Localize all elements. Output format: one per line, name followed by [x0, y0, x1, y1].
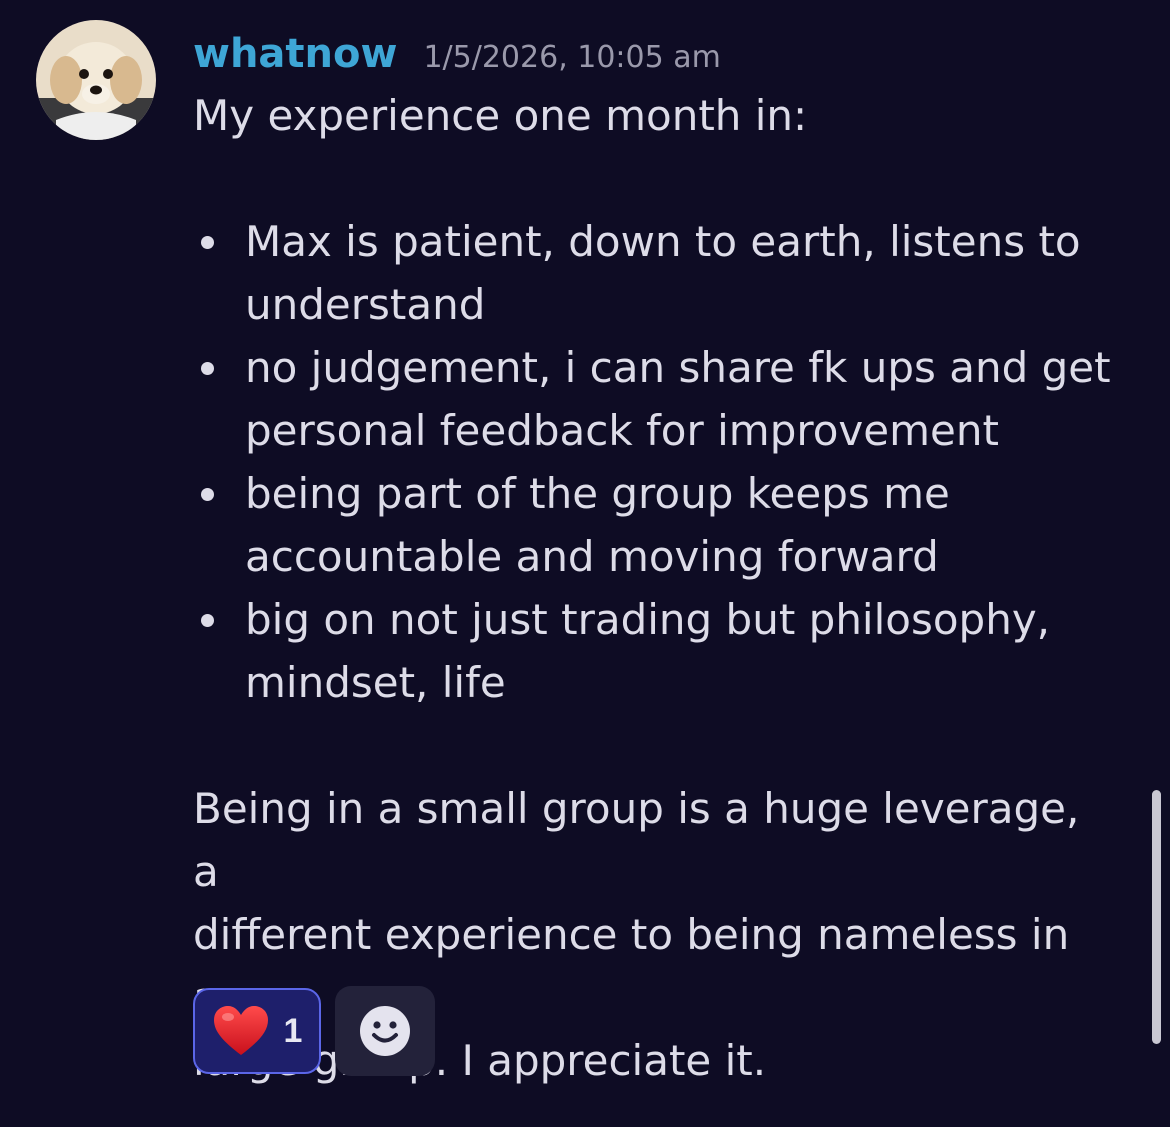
chat-message: whatnow 1/5/2026, 10:05 am My experience… [0, 0, 1170, 1127]
bullet-line: accountable and moving forward [245, 532, 939, 581]
bullet-line: big on not just trading but philosophy, [245, 595, 1051, 644]
bullet-line: understand [245, 280, 486, 329]
bullet-list: Max is patient, down to earth, listens t… [193, 210, 1111, 714]
dog-avatar-icon [36, 20, 156, 140]
message-body: My experience one month in: Max is patie… [193, 84, 1111, 1092]
user-avatar[interactable] [36, 20, 156, 140]
closing-line: Being in a small group is a huge leverag… [193, 784, 1080, 896]
heart-reaction-button[interactable]: 1 [193, 988, 321, 1074]
reaction-bar: 1 [193, 986, 435, 1076]
bullet-dot [201, 362, 214, 375]
reaction-count: 1 [283, 1011, 303, 1050]
scrollbar-thumb[interactable] [1152, 790, 1161, 1044]
bullet-line: Max is patient, down to earth, listens t… [245, 217, 1081, 266]
smiley-icon [360, 1006, 410, 1056]
username[interactable]: whatnow [193, 28, 397, 80]
add-reaction-button[interactable] [335, 986, 435, 1076]
bullet-dot [201, 236, 214, 249]
message-header: whatnow 1/5/2026, 10:05 am [193, 28, 1093, 84]
bullet-dot [201, 614, 214, 627]
bullet-item: being part of the group keeps me account… [193, 462, 1093, 588]
red-heart-icon [213, 1006, 268, 1055]
bullet-line: no judgement, i can share fk ups and get [245, 343, 1111, 392]
bullet-line: being part of the group keeps me [245, 469, 950, 518]
bullet-item: big on not just trading but philosophy, … [193, 588, 1093, 714]
bullet-dot [201, 488, 214, 501]
message-intro: My experience one month in: [193, 91, 808, 140]
timestamp: 1/5/2026, 10:05 am [423, 40, 721, 75]
bullet-item: no judgement, i can share fk ups and get… [193, 336, 1111, 462]
bullet-line: personal feedback for improvement [245, 406, 999, 455]
bullet-item: Max is patient, down to earth, listens t… [193, 210, 1093, 336]
bullet-line: mindset, life [245, 658, 506, 707]
